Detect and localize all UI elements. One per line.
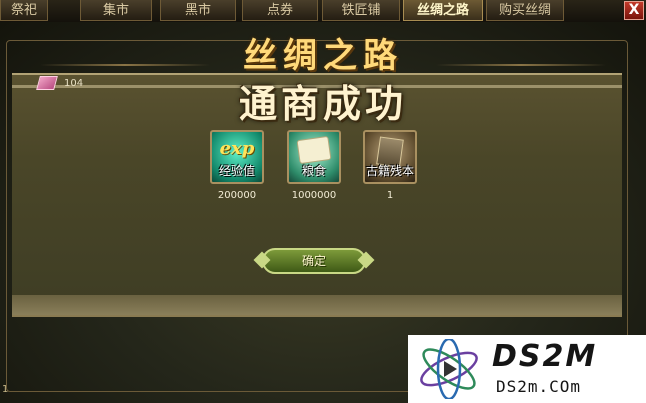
reward-amount: 1: [386, 190, 394, 201]
reward-slot[interactable]: exp 经验值: [210, 130, 264, 184]
page-title: 丝绸之路: [243, 36, 403, 76]
currency-display: 104: [36, 76, 84, 90]
tab-black-market[interactable]: 黑市: [160, 0, 236, 21]
tab-buy-silk[interactable]: 购买丝绸: [486, 0, 564, 21]
tab-market[interactable]: 集市: [80, 0, 152, 21]
tab-sacrifice[interactable]: 祭祀: [0, 0, 48, 21]
tab-silk-road[interactable]: 丝绸之路: [403, 0, 483, 21]
reward-amount: 200000: [217, 190, 257, 201]
reward-ancient-book: 古籍残本 1: [363, 130, 423, 201]
atom-logo-icon: [420, 339, 478, 399]
watermark-subtitle: DS2m.COm: [496, 377, 582, 396]
currency-value: 104: [64, 77, 84, 89]
silk-ticket-icon: [36, 76, 58, 90]
reward-label: 经验值: [218, 164, 255, 178]
reward-exp: exp 经验值 200000: [210, 130, 270, 201]
exp-icon: exp: [219, 138, 255, 159]
reward-slot[interactable]: 古籍残本: [363, 130, 417, 184]
confirm-button[interactable]: 确定: [262, 248, 366, 274]
reward-slot[interactable]: 粮食: [287, 130, 341, 184]
title-ornament-right: [436, 64, 606, 66]
tab-bar: 祭祀 集市 黑市 点券 铁匠铺 丝绸之路 购买丝绸 X: [0, 0, 646, 23]
reward-amount: 1000000: [291, 190, 337, 201]
tab-blacksmith[interactable]: 铁匠铺: [322, 0, 400, 21]
tab-points[interactable]: 点券: [242, 0, 318, 21]
watermark: DS2M DS2m.COm: [408, 335, 646, 403]
reward-grain: 粮食 1000000: [287, 130, 347, 201]
title-ornament-left: [40, 64, 210, 66]
page-counter: 1: [2, 384, 9, 395]
watermark-title: DS2M: [492, 339, 598, 374]
result-title: 通商成功: [238, 81, 407, 126]
panel-bottom-band: [12, 295, 622, 315]
reward-label: 粮食: [301, 164, 326, 178]
close-button[interactable]: X: [624, 1, 644, 20]
reward-label: 古籍残本: [365, 164, 414, 178]
